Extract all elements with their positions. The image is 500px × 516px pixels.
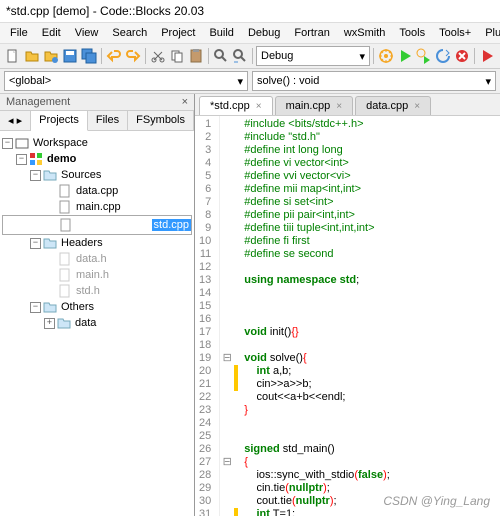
menu-build[interactable]: Build	[203, 25, 239, 41]
editor-tabs: *std.cpp×main.cpp×data.cpp×	[195, 94, 500, 116]
file-icon	[58, 268, 72, 282]
close-icon[interactable]: ×	[182, 96, 188, 108]
run-icon[interactable]	[396, 47, 414, 65]
scope-right-select[interactable]: solve() : void▾	[252, 71, 496, 91]
tree-file[interactable]: main.cpp	[74, 201, 123, 213]
file-icon	[58, 284, 72, 298]
file-icon	[58, 200, 72, 214]
open-recent-icon[interactable]	[42, 47, 60, 65]
mgmt-tab-projects[interactable]: Projects	[31, 111, 88, 131]
editor-tab[interactable]: *std.cpp×	[199, 96, 273, 115]
menu-plugins[interactable]: Plugins	[479, 25, 500, 41]
build-target-select[interactable]: Debug▾	[256, 46, 370, 66]
menu-bar: FileEditViewSearchProjectBuildDebugFortr…	[0, 23, 500, 44]
mgmt-tab-files[interactable]: Files	[88, 111, 128, 130]
code-editor[interactable]: 1234567891011121314151617181920212223242…	[195, 116, 500, 516]
project-tree: −Workspace −demo −Sources data.cpp main.…	[0, 131, 194, 516]
expand-icon[interactable]: −	[2, 138, 13, 149]
expand-icon[interactable]: +	[44, 318, 55, 329]
workspace-icon	[15, 136, 29, 150]
line-gutter: 1234567891011121314151617181920212223242…	[195, 116, 220, 516]
scope-left-select[interactable]: <global>▾	[4, 71, 248, 91]
menu-tools+[interactable]: Tools+	[433, 25, 477, 41]
tree-project[interactable]: demo	[45, 153, 78, 165]
find-icon[interactable]	[212, 47, 230, 65]
save-all-icon[interactable]	[80, 47, 98, 65]
open-icon[interactable]	[23, 47, 41, 65]
redo-icon[interactable]	[124, 47, 142, 65]
editor-tab[interactable]: main.cpp×	[275, 96, 353, 115]
file-icon	[59, 218, 73, 232]
build-icon[interactable]	[377, 47, 395, 65]
replace-icon[interactable]	[231, 47, 249, 65]
scope-bar: <global>▾ solve() : void▾	[0, 69, 500, 94]
build-run-icon[interactable]	[415, 47, 433, 65]
menu-project[interactable]: Project	[155, 25, 201, 41]
tree-file[interactable]: data.cpp	[74, 185, 120, 197]
abort-icon[interactable]	[453, 47, 471, 65]
tree-workspace[interactable]: Workspace	[31, 137, 90, 149]
tree-file[interactable]: main.h	[74, 269, 111, 281]
fold-gutter[interactable]: ⊟⊟	[220, 116, 234, 516]
copy-icon[interactable]	[168, 47, 186, 65]
tree-sources[interactable]: Sources	[59, 169, 103, 181]
close-tab-icon[interactable]: ×	[414, 101, 420, 112]
debug-start-icon[interactable]	[478, 47, 496, 65]
toolbar-main: Debug▾	[0, 44, 500, 69]
expand-icon[interactable]: −	[30, 170, 41, 181]
tree-file-selected[interactable]: std.cpp	[152, 219, 191, 231]
expand-icon[interactable]: −	[16, 154, 27, 165]
file-icon	[58, 184, 72, 198]
expand-icon[interactable]: −	[30, 302, 41, 313]
management-panel: Management× ◂ ▸ Projects Files FSymbols …	[0, 94, 195, 516]
folder-icon	[43, 168, 57, 182]
tree-file[interactable]: data	[73, 317, 98, 329]
editor-tab[interactable]: data.cpp×	[355, 96, 431, 115]
tree-file[interactable]: std.h	[74, 285, 102, 297]
folder-icon	[43, 300, 57, 314]
close-tab-icon[interactable]: ×	[336, 101, 342, 112]
menu-fortran[interactable]: Fortran	[288, 25, 335, 41]
menu-debug[interactable]: Debug	[242, 25, 286, 41]
paste-icon[interactable]	[187, 47, 205, 65]
folder-icon	[57, 316, 71, 330]
menu-wxsmith[interactable]: wxSmith	[338, 25, 392, 41]
tree-headers[interactable]: Headers	[59, 237, 105, 249]
editor-area: *std.cpp×main.cpp×data.cpp× 123456789101…	[195, 94, 500, 516]
menu-search[interactable]: Search	[106, 25, 153, 41]
rebuild-icon[interactable]	[434, 47, 452, 65]
menu-view[interactable]: View	[69, 25, 105, 41]
project-icon	[29, 152, 43, 166]
cut-icon[interactable]	[149, 47, 167, 65]
management-header: Management×	[0, 94, 194, 111]
menu-tools[interactable]: Tools	[393, 25, 431, 41]
close-tab-icon[interactable]: ×	[256, 101, 262, 112]
window-title: *std.cpp [demo] - Code::Blocks 20.03	[0, 0, 500, 23]
undo-icon[interactable]	[105, 47, 123, 65]
folder-icon	[43, 236, 57, 250]
mgmt-tab-nav[interactable]: ◂ ▸	[0, 111, 31, 130]
menu-edit[interactable]: Edit	[36, 25, 67, 41]
mgmt-tab-fsymbols[interactable]: FSymbols	[128, 111, 194, 130]
menu-file[interactable]: File	[4, 25, 34, 41]
save-icon[interactable]	[61, 47, 79, 65]
file-icon	[58, 252, 72, 266]
tree-others[interactable]: Others	[59, 301, 96, 313]
source-text[interactable]: #include <bits/stdc++.h>#include "std.h"…	[240, 116, 500, 516]
expand-icon[interactable]: −	[30, 238, 41, 249]
tree-file[interactable]: data.h	[74, 253, 109, 265]
new-file-icon[interactable]	[4, 47, 22, 65]
